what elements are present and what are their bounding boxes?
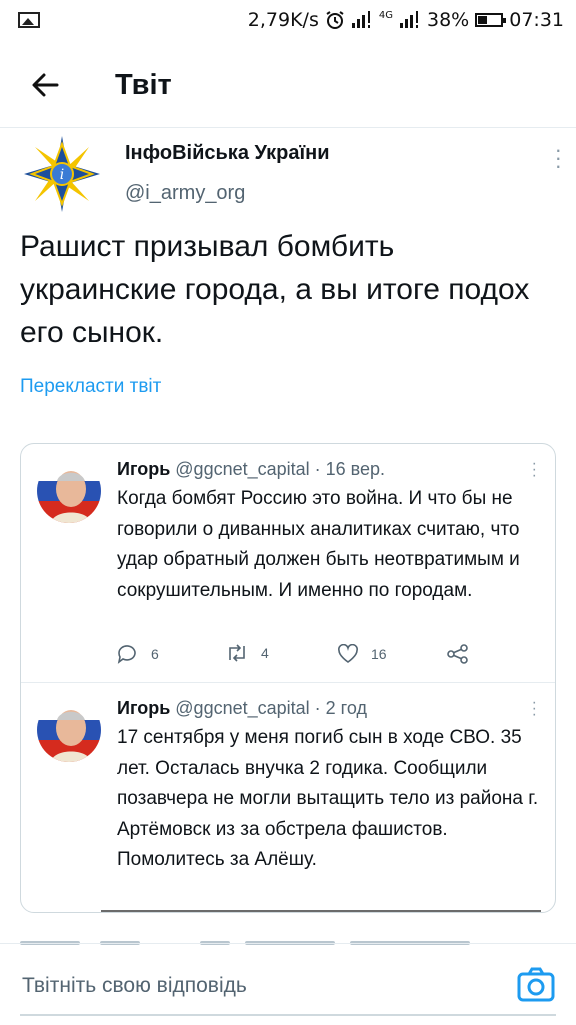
quoted-text: 17 сентября у меня погиб сын в ходе СВО.… — [117, 727, 539, 870]
tweet-actions: 6 4 16 — [117, 644, 517, 670]
reply-count: 6 — [151, 646, 159, 662]
network-type: 4G — [378, 9, 393, 21]
battery-percent: 38% — [427, 9, 470, 31]
quoted-tweet[interactable]: Игорь @ggcnet_capital · 16 вер. · · · Когд… — [21, 444, 555, 682]
share-icon — [447, 644, 468, 664]
reply-underline — [20, 1014, 556, 1016]
quoted-header: Игорь @ggcnet_capital · 2 год — [117, 698, 367, 719]
signal-icon — [351, 11, 370, 28]
more-options-icon[interactable]: · · · — [555, 139, 562, 177]
arrow-left-icon — [32, 73, 59, 97]
image-icon — [18, 12, 40, 28]
quoted-header: Игорь @ggcnet_capital · 16 вер. — [117, 459, 385, 480]
quoted-time: · 16 вер. — [314, 459, 386, 479]
battery-icon — [475, 13, 507, 27]
app-bar: Твіт — [0, 50, 576, 120]
retweet-button[interactable]: 4 — [225, 644, 269, 662]
clock: 07:31 — [509, 9, 564, 31]
camera-icon[interactable] — [516, 966, 556, 1004]
quoted-author-name[interactable]: Игорь — [117, 698, 170, 718]
author-name[interactable]: ІнфоВійська України — [125, 142, 330, 165]
avatar-photo — [37, 698, 101, 762]
more-options-icon[interactable]: · · · — [532, 695, 537, 723]
heart-icon — [338, 644, 358, 663]
alarm-icon — [326, 11, 344, 29]
avatar[interactable] — [37, 698, 101, 762]
quoted-author-handle[interactable]: @ggcnet_capital — [175, 698, 309, 718]
quoted-tweet-thread[interactable]: Игорь @ggcnet_capital · 16 вер. · · · Когд… — [20, 443, 556, 913]
header-divider — [0, 127, 576, 128]
quoted-tweet[interactable]: Игорь @ggcnet_capital · 2 год · · · 17 сен… — [21, 683, 555, 912]
back-button[interactable] — [15, 55, 75, 115]
reply-input[interactable]: Твітніть свою відповідь — [22, 974, 247, 998]
avatar[interactable] — [37, 459, 101, 523]
status-bar: 2,79K/s 4G 38% 07:31 — [0, 0, 576, 40]
tweet-author: i ІнфоВійська України @i_army_org · · · — [22, 134, 562, 214]
reply-bar: Твітніть свою відповідь — [0, 943, 576, 1025]
quoted-text: Когда бомбят Россию это война. И что бы … — [117, 488, 520, 601]
page-title: Твіт — [115, 68, 172, 101]
tweet-text: Рашист призывал бомбить украинские город… — [20, 230, 530, 349]
like-count: 16 — [371, 646, 387, 662]
author-handle[interactable]: @i_army_org — [125, 182, 245, 205]
share-button[interactable] — [447, 644, 469, 664]
media-preview[interactable] — [101, 910, 541, 912]
translate-link[interactable]: Перекласти твіт — [20, 376, 161, 398]
reply-button[interactable]: 6 — [117, 644, 159, 664]
quoted-time: · 2 год — [314, 698, 367, 718]
more-options-icon[interactable]: · · · — [532, 456, 537, 484]
net-speed: 2,79K/s — [247, 9, 319, 31]
comment-icon — [117, 645, 136, 664]
avatar-photo — [37, 459, 101, 523]
svg-text:i: i — [60, 167, 64, 183]
avatar[interactable]: i — [22, 134, 102, 214]
quoted-author-handle[interactable]: @ggcnet_capital — [175, 459, 309, 479]
retweet-icon — [229, 644, 245, 662]
signal-icon-2 — [400, 11, 418, 28]
quoted-author-name[interactable]: Игорь — [117, 459, 170, 479]
retweet-count: 4 — [261, 645, 269, 661]
like-button[interactable]: 16 — [337, 644, 387, 664]
